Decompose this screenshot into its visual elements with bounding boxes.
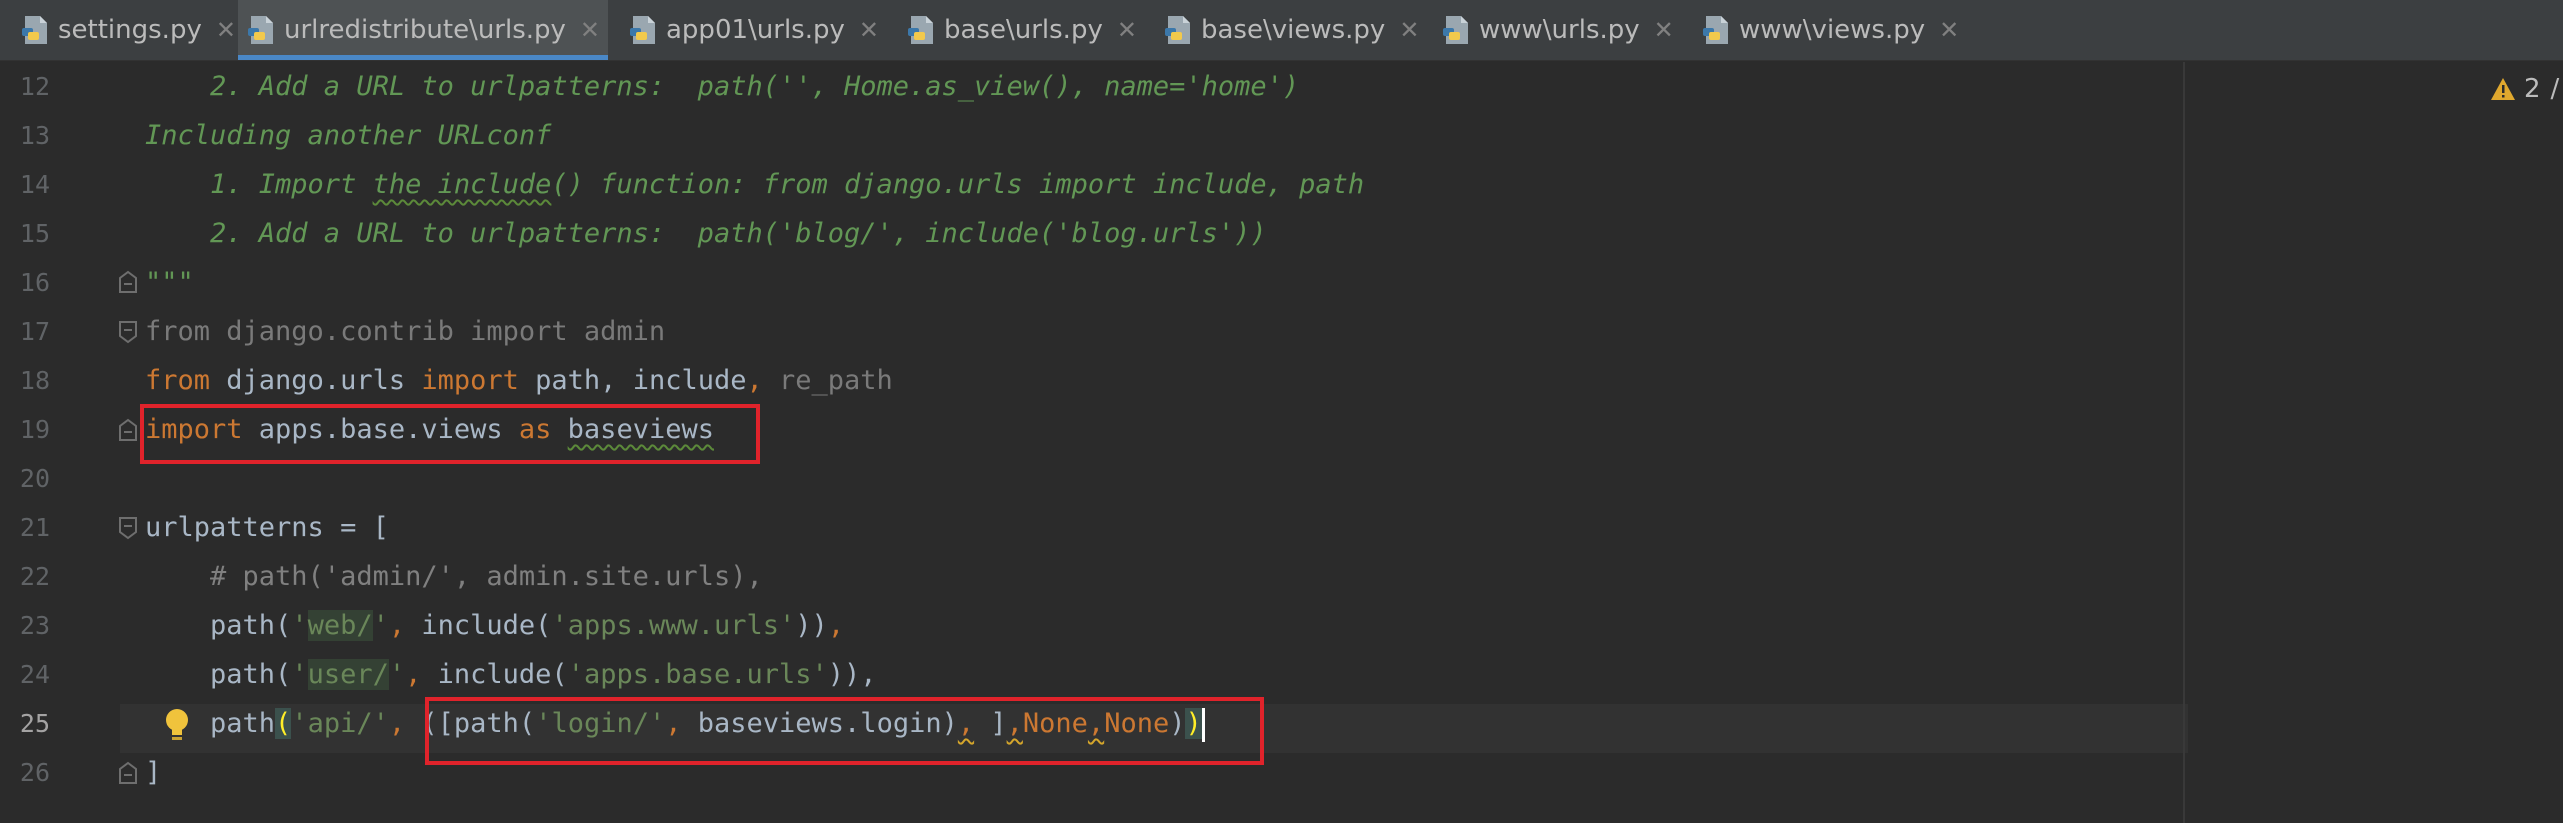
line-number: 12 xyxy=(19,72,50,101)
close-icon[interactable]: ✕ xyxy=(1117,16,1137,44)
code-token: path, include xyxy=(518,365,747,396)
warning-trailing-mark: / xyxy=(2550,74,2560,104)
code-line-13: Including another URLconf xyxy=(145,120,552,151)
string-token: ' xyxy=(291,659,308,690)
close-icon[interactable]: ✕ xyxy=(1939,16,1959,44)
code-token: , xyxy=(746,365,763,396)
tab-app01-urls-py[interactable]: app01\urls.py ✕ xyxy=(630,0,879,60)
string-token: web/ xyxy=(307,610,373,641)
warning-count: 2 xyxy=(2524,74,2541,104)
annotation-highlight-box xyxy=(425,697,1264,765)
warning-triangle-icon xyxy=(2491,78,2515,100)
inspection-widget[interactable]: 2 / xyxy=(2490,74,2559,104)
tab-label: app01\urls.py xyxy=(666,15,845,45)
code-token: , xyxy=(405,659,422,690)
line-number: 17 xyxy=(19,317,50,346)
string-token: ' xyxy=(291,610,308,641)
string-token: ' xyxy=(388,659,406,690)
code-token: )) xyxy=(795,610,828,641)
line-number: 18 xyxy=(19,366,50,395)
python-file-icon xyxy=(630,14,658,46)
editor-tab-bar: settings.py ✕ urlredistribute\urls.py ✕ … xyxy=(0,0,2563,61)
string-token: 'api/' xyxy=(291,708,389,739)
code-token: include( xyxy=(405,610,552,641)
python-file-icon xyxy=(22,14,50,46)
code-line-14: 1. Import the include() function: from d… xyxy=(145,160,1364,209)
keyword-token: import xyxy=(421,365,519,396)
line-number: 19 xyxy=(19,415,50,444)
code-token: path xyxy=(145,708,276,739)
unused-import-token: re_path xyxy=(762,365,893,396)
tab-label: www\views.py xyxy=(1739,15,1926,45)
python-file-icon xyxy=(908,14,936,46)
tab-label: urlredistribute\urls.py xyxy=(284,15,566,45)
python-file-icon xyxy=(1443,14,1471,46)
line-number: 16 xyxy=(19,268,50,297)
code-token: , xyxy=(388,610,406,641)
code-token: path( xyxy=(145,659,292,690)
code-line-24: path('user/', include('apps.base.urls'))… xyxy=(145,650,877,699)
code-token: django.urls xyxy=(210,365,422,396)
string-token: 'apps.base.urls' xyxy=(567,659,828,690)
code-line-15: 2. Add a URL to urlpatterns: path('blog/… xyxy=(145,218,1267,249)
python-file-icon xyxy=(1165,14,1193,46)
line-number: 15 xyxy=(19,219,50,248)
line-number: 23 xyxy=(19,611,50,640)
close-icon[interactable]: ✕ xyxy=(1654,16,1674,44)
typo-underlined-token: the include xyxy=(372,169,552,200)
line-number-current: 25 xyxy=(19,709,50,738)
code-line-17: from django.contrib import admin xyxy=(145,316,666,347)
right-margin-guide xyxy=(2183,62,2185,823)
string-token: user/ xyxy=(307,659,389,690)
tab-urlredistribute-urls-py[interactable]: urlredistribute\urls.py ✕ xyxy=(238,0,608,60)
tab-label: settings.py xyxy=(58,15,202,45)
matched-paren: ( xyxy=(275,708,292,739)
tab-base-views-py[interactable]: base\views.py ✕ xyxy=(1165,0,1419,60)
line-number: 13 xyxy=(19,121,50,150)
line-number: 26 xyxy=(19,758,50,787)
code-line-12: 2. Add a URL to urlpatterns: path('', Ho… xyxy=(145,71,1300,102)
code-token: , xyxy=(388,708,406,739)
code-line-18: from django.urls import path, include, r… xyxy=(145,356,893,405)
python-file-icon xyxy=(248,14,276,46)
line-number: 20 xyxy=(19,464,50,493)
python-file-icon xyxy=(1703,14,1731,46)
tab-www-views-py[interactable]: www\views.py ✕ xyxy=(1703,0,1959,60)
tab-label: base\urls.py xyxy=(944,15,1103,45)
code-token: , xyxy=(827,610,845,641)
fold-end-icon[interactable] xyxy=(118,270,138,294)
code-line-16: """ xyxy=(145,267,194,298)
fold-start-icon[interactable] xyxy=(118,320,138,344)
line-number: 24 xyxy=(19,660,50,689)
fold-end-icon[interactable] xyxy=(118,418,138,442)
annotation-highlight-box xyxy=(140,404,760,464)
code-line-21: urlpatterns = [ xyxy=(145,512,389,543)
string-token: ' xyxy=(372,610,389,641)
tab-www-urls-py[interactable]: www\urls.py ✕ xyxy=(1443,0,1674,60)
code-line-23: path('web/', include('apps.www.urls')), xyxy=(145,601,844,650)
line-number: 22 xyxy=(19,562,50,591)
code-token: include( xyxy=(421,659,568,690)
close-icon[interactable]: ✕ xyxy=(216,16,236,44)
line-number: 21 xyxy=(19,513,50,542)
code-token: )), xyxy=(827,659,877,690)
fold-start-icon[interactable] xyxy=(118,516,138,540)
code-token: () function: from django.urls import inc… xyxy=(551,169,1365,200)
line-number: 14 xyxy=(19,170,50,199)
tab-label: base\views.py xyxy=(1201,15,1386,45)
string-token: 'apps.www.urls' xyxy=(551,610,796,641)
fold-end-icon[interactable] xyxy=(118,761,138,785)
code-line-22: # path('admin/', admin.site.urls), xyxy=(145,561,763,592)
tab-settings-py[interactable]: settings.py ✕ xyxy=(22,0,236,60)
keyword-token: from xyxy=(145,365,211,396)
tab-base-urls-py[interactable]: base\urls.py ✕ xyxy=(908,0,1137,60)
close-icon[interactable]: ✕ xyxy=(1399,16,1419,44)
code-line-26: ] xyxy=(145,757,162,788)
tab-label: www\urls.py xyxy=(1479,15,1640,45)
close-icon[interactable]: ✕ xyxy=(859,16,879,44)
close-icon[interactable]: ✕ xyxy=(580,16,600,44)
code-token: 1. Import xyxy=(145,169,373,200)
code-token: path( xyxy=(145,610,292,641)
